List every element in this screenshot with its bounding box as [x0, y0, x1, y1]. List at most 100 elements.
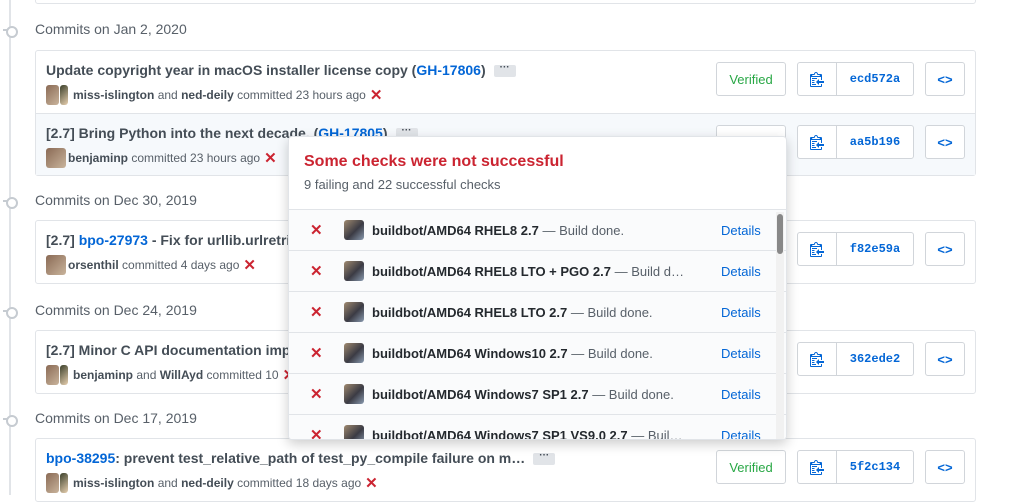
browse-repo-button[interactable]: <> — [925, 450, 965, 484]
check-description: — Build done. — [567, 304, 653, 320]
commit-group-date: Commits on Dec 30, 2019 — [35, 192, 197, 208]
commit-title[interactable]: [2.7] bpo-27973 - Fix for urllib.urlretr… — [46, 232, 290, 248]
browse-repo-button[interactable]: <> — [925, 125, 965, 159]
author-avatar[interactable] — [60, 85, 68, 105]
expand-message-button[interactable]: ··· — [533, 451, 556, 466]
buildbot-avatar — [344, 220, 364, 240]
commit-group-date: Commits on Dec 24, 2019 — [35, 302, 197, 318]
commit-sha-link[interactable]: 5f2c134 — [837, 460, 913, 474]
commit-message[interactable]: [2.7] Minor C API documentation imp — [46, 342, 291, 358]
failed-check-icon: ✕ — [310, 263, 323, 280]
browse-repo-button[interactable]: <> — [925, 342, 965, 376]
verified-badge[interactable]: Verified — [716, 450, 786, 484]
commit-message-rest[interactable]: ) — [481, 62, 486, 78]
failed-check-icon: ✕ — [310, 427, 323, 440]
check-name: buildbot/AMD64 Windows7 SP1 VS9.0 2.7 — [372, 427, 628, 440]
author-link[interactable]: miss-islington — [73, 476, 154, 490]
copy-sha-button[interactable] — [798, 343, 837, 375]
commit-sha-group: aa5b196 — [797, 125, 914, 159]
commit-title[interactable]: [2.7] Minor C API documentation imp — [46, 342, 291, 358]
issue-link[interactable]: bpo-38295 — [46, 450, 115, 466]
commit-sha-group: 362ede2 — [797, 342, 914, 376]
commit-title[interactable]: bpo-38295: prevent test_relative_path of… — [46, 450, 556, 466]
commit-group-date: Commits on Jan 2, 2020 — [35, 21, 187, 37]
expand-message-button[interactable]: ··· — [493, 63, 516, 78]
author-link[interactable]: ned-deily — [181, 88, 234, 102]
check-description: — Build d… — [610, 263, 684, 279]
author-link[interactable]: WillAyd — [160, 368, 203, 382]
copy-sha-button[interactable] — [798, 126, 837, 158]
copy-sha-button[interactable] — [798, 63, 837, 95]
failed-status-icon[interactable]: ✕ — [365, 474, 378, 492]
author-avatar[interactable] — [46, 255, 66, 275]
commit-message-rest[interactable]: - Fix for urllib.urlretri — [148, 232, 290, 248]
commit-sha-link[interactable]: f82e59a — [837, 242, 913, 256]
check-name: buildbot/AMD64 RHEL8 LTO 2.7 — [372, 304, 568, 320]
check-description: — Build done. — [538, 222, 625, 238]
check-name: buildbot/AMD64 Windows7 SP1 2.7 — [372, 386, 589, 402]
clipboard-icon — [810, 72, 824, 87]
failed-status-icon[interactable]: ✕ — [243, 256, 256, 274]
browse-repo-button[interactable]: <> — [925, 232, 965, 266]
commit-sha-group: ecd572a — [797, 62, 914, 96]
author-avatar[interactable] — [46, 85, 59, 105]
previous-commit-box — [35, 0, 976, 4]
check-details-link[interactable]: Details — [721, 305, 761, 320]
author-link[interactable]: orsenthil — [68, 258, 119, 272]
commit-meta: miss-islington and ned-deily committed 1… — [46, 473, 378, 493]
check-description: — Build done. — [567, 345, 653, 361]
verified-badge[interactable]: Verified — [716, 62, 786, 96]
author-avatar[interactable] — [46, 473, 59, 493]
timeline-commit-icon — [3, 304, 18, 319]
author-link[interactable]: miss-islington — [73, 88, 154, 102]
author-link[interactable]: benjaminp — [73, 368, 133, 382]
failed-check-icon: ✕ — [310, 222, 323, 239]
scrollbar-thumb[interactable] — [777, 214, 783, 254]
popover-header: Some checks were not successful 9 failin… — [289, 137, 786, 210]
check-name: buildbot/AMD64 RHEL8 2.7 — [372, 222, 539, 238]
check-details-link[interactable]: Details — [721, 264, 761, 279]
checks-popover: Some checks were not successful 9 failin… — [288, 136, 787, 440]
commit-title[interactable]: Update copyright year in macOS installer… — [46, 62, 516, 78]
commit-message[interactable]: [2.7] Bring Python into the next decade.… — [46, 125, 318, 141]
timeline-commit-icon — [3, 23, 18, 38]
issue-link[interactable]: GH-17806 — [416, 62, 481, 78]
commit-sha-link[interactable]: ecd572a — [837, 72, 913, 86]
commit-meta: orsenthil committed 4 days ago ✕ — [46, 255, 256, 275]
check-row: ✕ buildbot/AMD64 RHEL8 LTO 2.7 — Build do… — [289, 292, 786, 333]
popover-title: Some checks were not successful — [304, 153, 564, 170]
author-link[interactable]: benjaminp — [68, 151, 128, 165]
popover-summary: 9 failing and 22 successful checks — [304, 177, 501, 192]
commit-sha-link[interactable]: aa5b196 — [837, 135, 913, 149]
popover-scrollbar[interactable] — [776, 212, 784, 439]
author-link[interactable]: ned-deily — [181, 476, 234, 490]
check-details-link[interactable]: Details — [721, 223, 761, 238]
browse-repo-button[interactable]: <> — [925, 62, 965, 96]
commit-sha-link[interactable]: 362ede2 — [837, 352, 913, 366]
failed-status-icon[interactable]: ✕ — [370, 86, 383, 104]
issue-link[interactable]: bpo-27973 — [79, 232, 148, 248]
check-row: ✕ buildbot/AMD64 RHEL8 2.7 — Build done. D… — [289, 210, 786, 251]
copy-sha-button[interactable] — [798, 451, 837, 483]
copy-sha-button[interactable] — [798, 233, 837, 265]
author-avatar[interactable] — [46, 148, 66, 168]
check-details-link[interactable]: Details — [721, 387, 761, 402]
author-avatar[interactable] — [60, 473, 68, 493]
check-description: — Buil… — [627, 427, 683, 440]
commit-meta: benjaminp committed 23 hours ago ✕ — [46, 148, 277, 168]
failed-status-icon[interactable]: ✕ — [264, 149, 277, 167]
check-name: buildbot/AMD64 Windows10 2.7 — [372, 345, 568, 361]
check-details-link[interactable]: Details — [721, 346, 761, 361]
commit-message[interactable]: [2.7] — [46, 232, 79, 248]
author-avatar[interactable] — [60, 365, 68, 385]
failed-check-icon: ✕ — [310, 386, 323, 403]
commit-message-rest[interactable]: : prevent test_relative_path of test_py_… — [115, 450, 525, 466]
commit-message[interactable]: Update copyright year in macOS installer… — [46, 62, 416, 78]
buildbot-avatar — [344, 261, 364, 281]
commit-time: committed 18 days ago — [237, 476, 362, 490]
check-details-link[interactable]: Details — [721, 428, 761, 440]
buildbot-avatar — [344, 384, 364, 404]
timeline-commit-icon — [3, 194, 18, 209]
author-avatar[interactable] — [46, 365, 59, 385]
commit-time: committed 23 hours ago — [237, 88, 366, 102]
